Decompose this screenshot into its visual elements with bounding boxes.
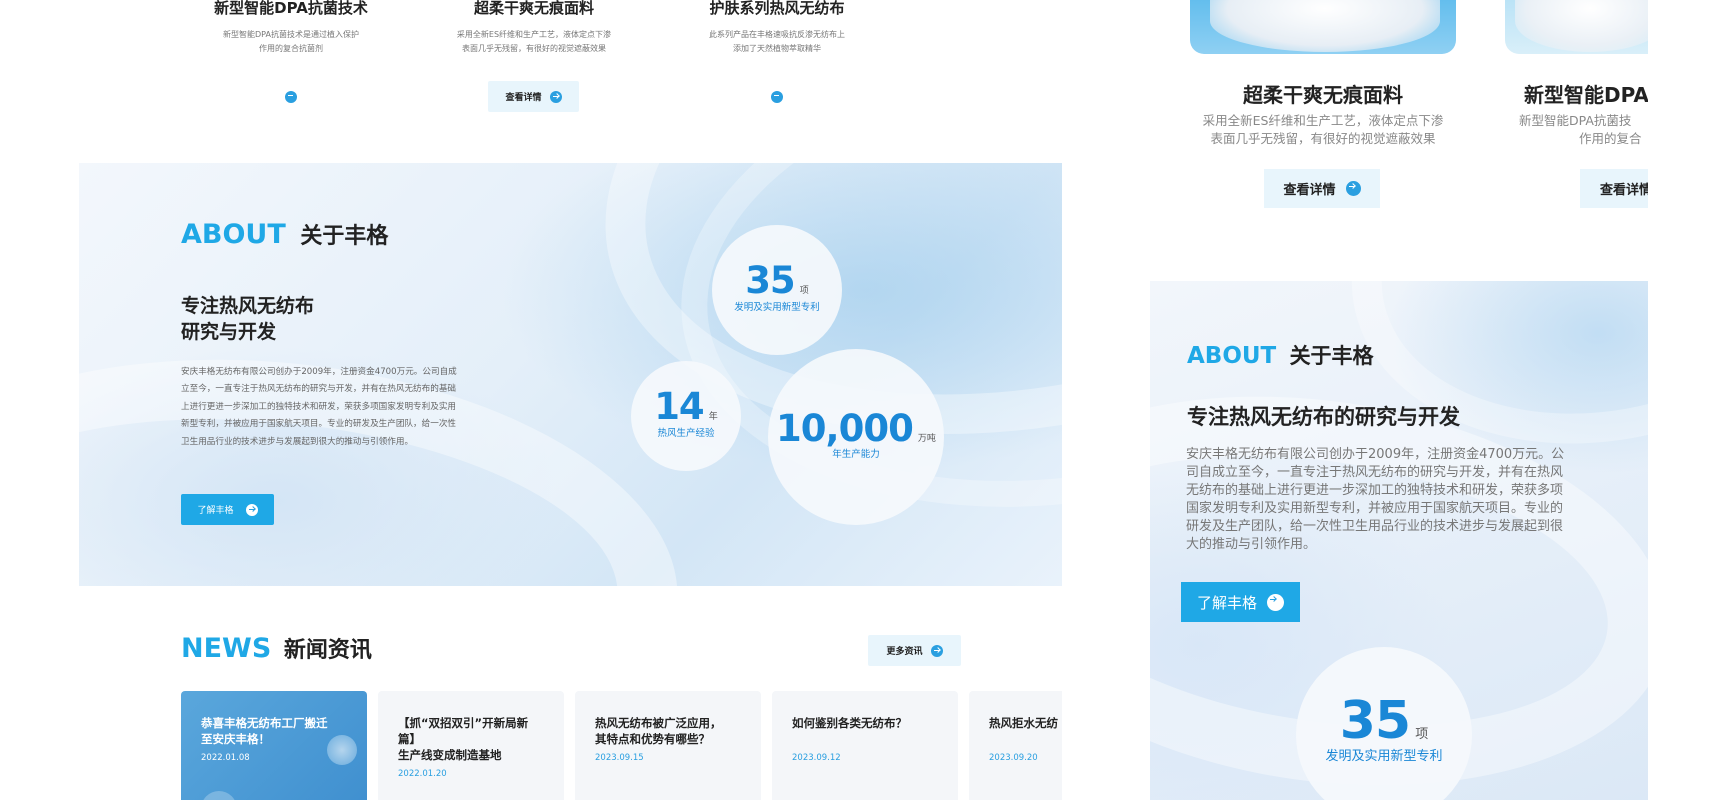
mobile-about-section: ABOUT 关于丰格 专注热风无纺布的研究与开发 安庆丰格无纺布有限公司创办于2…	[1150, 281, 1648, 800]
product-desc: 采用全新ES纤维和生产工艺，液体定点下渗 表面几乎无残留，有很好的视觉遮蔽效果	[1202, 113, 1444, 146]
news-decoration-icon	[201, 791, 237, 800]
about-body-text: 安庆丰格无纺布有限公司创办于2009年，注册资金4700万元。公司自成 立至今，…	[181, 367, 457, 447]
news-title: 【抓“双招双引”开新局新篇】 生产线变成制造基地	[398, 716, 529, 762]
product-arrow-button[interactable]	[285, 91, 297, 103]
view-detail-button[interactable]: 查看详情	[1264, 169, 1380, 208]
stat-unit: 项	[799, 286, 809, 296]
product-title: 护肤系列热风无纺布	[709, 0, 845, 17]
news-thumbnail-icon	[327, 735, 357, 765]
product-title: 新型智能DPA	[1524, 83, 1648, 107]
news-card[interactable]: 如何鉴别各类无纺布？ 2023.09.12	[772, 691, 958, 800]
news-date: 2023.09.12	[792, 753, 841, 763]
news-cn-label: 新闻资讯	[283, 638, 372, 663]
product-title: 超柔干爽无痕面料	[473, 0, 594, 17]
stat-capacity: 10,000 万吨 年生产能力	[768, 349, 944, 525]
news-date: 2023.09.20	[989, 753, 1038, 763]
arrow-right-icon	[549, 90, 562, 103]
news-heading: NEWS 新闻资讯	[181, 632, 372, 668]
news-title: 如何鉴别各类无纺布？	[792, 716, 907, 730]
about-subheading: 专注热风无纺布 研究与开发	[181, 295, 315, 343]
product-title: 超柔干爽无痕面料	[1243, 83, 1403, 107]
stat-number: 35	[745, 259, 795, 302]
stat-number: 14	[654, 385, 704, 428]
news-date: 2023.09.15	[595, 753, 644, 763]
product-title: 新型智能DPA抗菌技术	[214, 0, 368, 17]
arrow-right-icon	[930, 644, 943, 657]
about-heading: ABOUT 关于丰格	[1187, 342, 1374, 370]
arrow-right-icon	[1345, 181, 1361, 196]
more-news-label: 更多资讯	[886, 647, 923, 657]
view-detail-label: 查看详情	[1283, 183, 1336, 198]
product-desc: 此系列产品在丰格速吸抗反渗无纺布上 添加了天然植物萃取精华	[709, 30, 845, 53]
news-card[interactable]: 热风拒水无纺 2023.09.20	[969, 691, 1062, 800]
arrow-right-icon	[245, 503, 258, 516]
view-detail-button[interactable]: 查看详情	[1580, 169, 1648, 208]
news-card[interactable]: 【抓“双招双引”开新局新篇】 生产线变成制造基地 2022.01.20	[378, 691, 564, 800]
about-en-label: ABOUT	[181, 219, 286, 250]
about-section: ABOUT 关于丰格 专注热风无纺布 研究与开发 安庆丰格无纺布有限公司创办于2…	[79, 163, 1062, 586]
stat-label: 热风生产经验	[657, 428, 715, 439]
product-desc: 新型智能DPA抗菌技 作用的复合	[1519, 113, 1642, 146]
product-card-skincare[interactable]: 护肤系列热风无纺布 此系列产品在丰格速吸抗反渗无纺布上 添加了天然植物萃取精华	[677, 0, 877, 56]
about-cn-label: 关于丰格	[1289, 344, 1374, 368]
view-detail-button[interactable]: 查看详情	[488, 81, 579, 112]
stat-unit: 万吨	[917, 434, 936, 444]
more-news-button[interactable]: 更多资讯	[868, 635, 961, 666]
about-learn-more-button[interactable]: 了解丰格	[181, 494, 274, 525]
news-card[interactable]: 恭喜丰格无纺布工厂搬迁 至安庆丰格！ 2022.01.08	[181, 691, 367, 800]
stat-label: 发明及实用新型专利	[1325, 749, 1443, 764]
stat-experience: 14 年 热风生产经验	[631, 361, 741, 471]
news-title: 热风无纺布被广泛应用， 其特点和优势有哪些？	[595, 716, 722, 746]
stat-number: 10,000	[776, 407, 914, 450]
about-learn-more-button[interactable]: 了解丰格	[1181, 582, 1300, 622]
stat-patents: 35 项 发明及实用新型专利	[712, 225, 842, 355]
product-desc: 新型智能DPA抗菌技术是通过植入保护 作用的复合抗菌剂	[223, 30, 359, 53]
stat-unit: 项	[1415, 727, 1429, 742]
about-button-label: 了解丰格	[1196, 593, 1257, 612]
about-subheading: 专注热风无纺布的研究与开发	[1187, 405, 1460, 429]
view-detail-label: 查看详情	[505, 93, 542, 103]
product-arrow-button[interactable]	[771, 91, 783, 103]
stat-number: 35	[1339, 691, 1411, 751]
about-body-text: 安庆丰格无纺布有限公司创办于2009年，注册资金4700万元。公 司自成立至今，…	[1186, 447, 1565, 552]
stat-label: 发明及实用新型专利	[734, 302, 820, 313]
news-title: 恭喜丰格无纺布工厂搬迁 至安庆丰格！	[201, 716, 328, 746]
product-desc: 采用全新ES纤维和生产工艺，液体定点下渗 表面几乎无残留，有很好的视觉遮蔽效果	[456, 30, 612, 53]
news-title: 热风拒水无纺	[989, 716, 1058, 730]
product-card-dpa[interactable]: 新型智能DPA抗菌技术 新型智能DPA抗菌技术是通过植入保护 作用的复合抗菌剂	[191, 0, 391, 56]
view-detail-label: 查看详情	[1600, 183, 1648, 198]
news-en-label: NEWS	[181, 633, 272, 664]
news-card[interactable]: 热风无纺布被广泛应用， 其特点和优势有哪些？ 2023.09.15	[575, 691, 761, 800]
product-card-soft[interactable]: 超柔干爽无痕面料 采用全新ES纤维和生产工艺，液体定点下渗 表面几乎无残留，有很…	[434, 0, 634, 56]
arrow-right-icon	[1267, 593, 1284, 611]
mobile-page: 超柔干爽无痕面料 采用全新ES纤维和生产工艺，液体定点下渗 表面几乎无残留，有很…	[1150, 0, 1648, 800]
about-cn-label: 关于丰格	[300, 224, 389, 249]
stat-unit: 年	[708, 412, 718, 422]
about-en-label: ABOUT	[1187, 343, 1277, 369]
about-heading: ABOUT 关于丰格	[181, 219, 388, 253]
news-date: 2022.01.20	[398, 769, 447, 779]
news-date: 2022.01.08	[201, 753, 250, 763]
about-button-label: 了解丰格	[197, 506, 234, 516]
